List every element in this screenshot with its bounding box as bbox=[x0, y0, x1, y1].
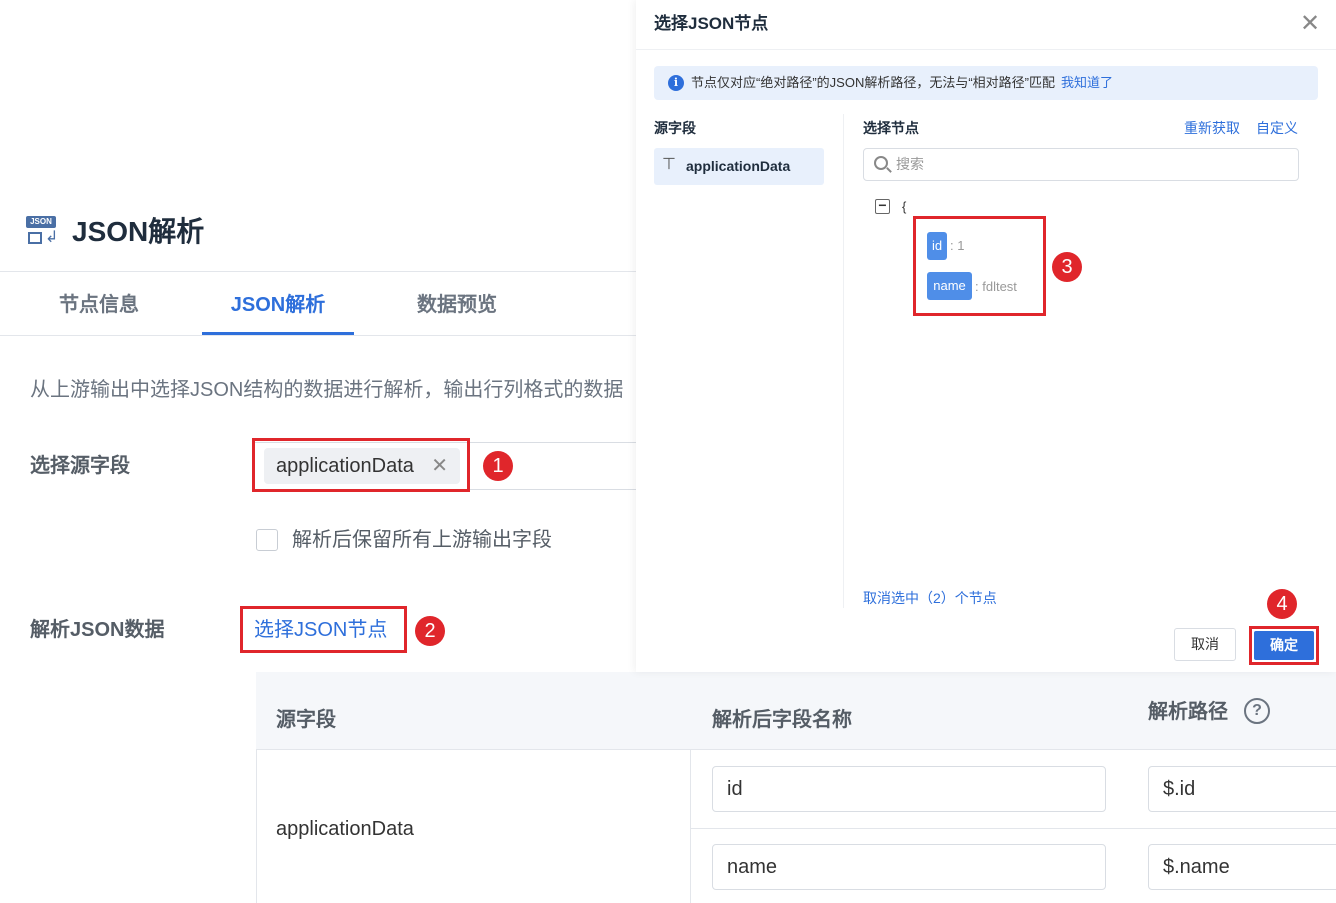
table-row-divider bbox=[690, 828, 1336, 829]
parse-path-input-name[interactable]: $.name bbox=[1148, 844, 1336, 890]
info-icon: i bbox=[668, 75, 684, 91]
info-message: 节点仅对应“绝对路径”的JSON解析路径，无法与“相对路径”匹配 bbox=[691, 75, 1055, 90]
annotation-badge-4: 4 bbox=[1267, 589, 1297, 619]
title-divider bbox=[0, 271, 636, 272]
search-placeholder: 搜索 bbox=[896, 156, 924, 172]
keep-fields-label: 解析后保留所有上游输出字段 bbox=[292, 529, 552, 551]
annotation-badge-3: 3 bbox=[1052, 252, 1082, 282]
cancel-button[interactable]: 取消 bbox=[1174, 628, 1236, 661]
pane-divider bbox=[843, 114, 844, 608]
parse-json-label: 解析JSON数据 bbox=[30, 619, 165, 641]
json-parse-icon: JSON ↲ bbox=[26, 216, 58, 248]
select-json-node-dialog bbox=[636, 0, 1336, 672]
refresh-link[interactable]: 重新获取 bbox=[1184, 118, 1240, 138]
parsed-field-name-input-id[interactable]: id bbox=[712, 766, 1106, 812]
table-source-cell: applicationData bbox=[276, 818, 414, 840]
annotation-box-2 bbox=[240, 606, 407, 653]
info-banner-text: 节点仅对应“绝对路径”的JSON解析路径，无法与“相对路径”匹配 我知道了 bbox=[691, 74, 1113, 92]
tree-open-brace: { bbox=[902, 199, 907, 214]
dialog-source-field-label: 源字段 bbox=[654, 120, 696, 136]
source-field-list-item[interactable]: ⊤ applicationData bbox=[654, 148, 824, 185]
source-field-label: 选择源字段 bbox=[30, 455, 130, 477]
info-dismiss-link[interactable]: 我知道了 bbox=[1061, 75, 1113, 90]
json-tag-icon-label: JSON bbox=[26, 216, 56, 228]
table-column-divider bbox=[690, 750, 691, 903]
annotation-box-1 bbox=[252, 438, 470, 492]
select-node-label: 选择节点 bbox=[863, 120, 919, 136]
annotation-badge-2: 2 bbox=[415, 616, 445, 646]
collapse-minus-icon[interactable]: − bbox=[875, 198, 890, 214]
annotation-box-3 bbox=[913, 216, 1046, 316]
return-arrow-icon: ↲ bbox=[45, 229, 59, 246]
dialog-title: 选择JSON节点 bbox=[654, 14, 769, 33]
annotation-box-4 bbox=[1249, 626, 1319, 665]
page-title: JSON解析 bbox=[72, 216, 205, 247]
header-parsed-field-name: 解析后字段名称 bbox=[712, 709, 852, 731]
tab-json-parse[interactable]: JSON解析 bbox=[202, 288, 354, 336]
deselect-nodes-link[interactable]: 取消选中（2）个节点 bbox=[863, 588, 997, 608]
tabs-divider bbox=[0, 335, 636, 336]
custom-link[interactable]: 自定义 bbox=[1256, 118, 1298, 138]
header-source-field: 源字段 bbox=[276, 709, 336, 731]
annotation-badge-1: 1 bbox=[483, 451, 513, 481]
text-type-icon: ⊤ bbox=[662, 156, 676, 173]
tab-data-preview[interactable]: 数据预览 bbox=[390, 288, 524, 336]
keep-fields-checkbox[interactable] bbox=[256, 529, 278, 551]
parse-path-input-id[interactable]: $.id bbox=[1148, 766, 1336, 812]
dialog-close-icon[interactable]: ✕ bbox=[1300, 10, 1320, 38]
parsed-field-name-input-name[interactable]: name bbox=[712, 844, 1106, 890]
header-parse-path: 解析路径 bbox=[1148, 701, 1228, 723]
help-question-icon[interactable]: ? bbox=[1244, 698, 1270, 724]
node-search-input[interactable] bbox=[863, 148, 1299, 181]
section-description: 从上游输出中选择JSON结构的数据进行解析，输出行列格式的数据 bbox=[30, 379, 624, 401]
tab-node-info[interactable]: 节点信息 bbox=[30, 288, 168, 336]
table-grid-icon bbox=[28, 232, 42, 244]
search-icon bbox=[874, 156, 888, 170]
source-field-list-item-label: applicationData bbox=[686, 158, 791, 174]
